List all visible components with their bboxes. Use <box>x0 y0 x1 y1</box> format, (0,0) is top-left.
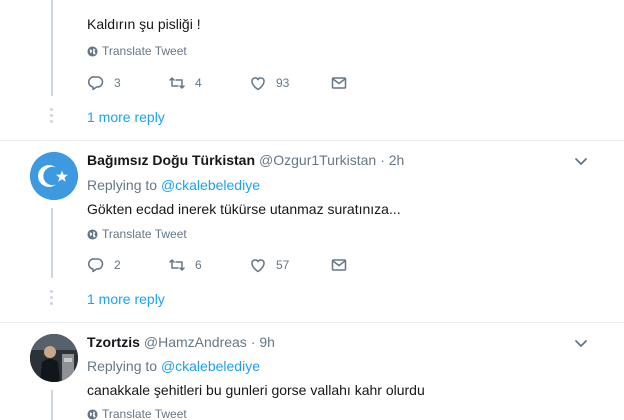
globe-icon <box>87 228 98 240</box>
tweet-header: Bağımsız Doğu Türkistan @Ozgur1Turkistan… <box>87 152 404 168</box>
reply-count: 2 <box>114 258 121 272</box>
chevron-down-icon[interactable] <box>574 157 588 167</box>
tweet-text: canakkale şehitleri bu gunleri gorse val… <box>87 382 425 398</box>
tweet-actions: 3 4 93 <box>87 74 348 92</box>
replying-to: Replying to @ckalebelediye <box>87 177 260 193</box>
reply-count: 3 <box>114 76 121 90</box>
translate-label: Translate Tweet <box>102 407 187 420</box>
author-handle[interactable]: @Ozgur1Turkistan <box>259 152 376 168</box>
chevron-down-icon[interactable] <box>574 339 588 349</box>
like-button[interactable]: 57 <box>249 256 330 274</box>
tweet-header: Tzortzis @HamzAndreas · 9h <box>87 334 275 350</box>
dm-icon <box>331 259 347 271</box>
tweet-divider <box>0 322 624 323</box>
reply-button[interactable]: 3 <box>87 74 168 92</box>
retweet-count: 6 <box>195 258 202 272</box>
thread-line <box>51 208 53 278</box>
thread-dots <box>50 108 54 126</box>
more-replies-link[interactable]: 1 more reply <box>87 291 165 307</box>
more-replies-link[interactable]: 1 more reply <box>87 109 165 125</box>
like-icon <box>251 77 265 91</box>
translate-tweet-link[interactable]: Translate Tweet <box>87 44 187 58</box>
translate-label: Translate Tweet <box>102 227 187 241</box>
flag-avatar-image <box>30 152 78 200</box>
tweet-timestamp[interactable]: · 2h <box>380 152 404 168</box>
tweet-text: Gökten ecdad inerek tükürse utanmaz sura… <box>87 201 401 217</box>
globe-icon <box>87 408 98 420</box>
tweet-text: Kaldırın şu pisliği ! <box>87 16 201 32</box>
like-count: 93 <box>276 76 290 90</box>
avatar[interactable] <box>30 152 78 200</box>
tweet-actions: 2 6 57 <box>87 256 348 274</box>
retweet-button[interactable]: 4 <box>168 74 249 92</box>
author-name[interactable]: Bağımsız Doğu Türkistan <box>87 152 255 168</box>
globe-icon <box>87 45 98 57</box>
dm-icon <box>331 77 347 89</box>
reply-icon <box>87 258 104 273</box>
author-handle[interactable]: @HamzAndreas <box>144 334 247 350</box>
retweet-icon <box>169 77 185 89</box>
like-count: 57 <box>276 258 290 272</box>
like-icon <box>251 259 265 273</box>
replying-prefix: Replying to <box>87 358 158 374</box>
tweet-timestamp[interactable]: · 9h <box>251 334 275 350</box>
replying-mention[interactable]: @ckalebelediye <box>161 177 260 193</box>
direct-message-button[interactable] <box>330 74 348 92</box>
author-name[interactable]: Tzortzis <box>87 334 140 350</box>
retweet-icon <box>169 259 185 271</box>
thread-line <box>51 390 53 420</box>
tweet-divider <box>0 140 624 141</box>
direct-message-button[interactable] <box>330 256 348 274</box>
like-button[interactable]: 93 <box>249 74 330 92</box>
retweet-button[interactable]: 6 <box>168 256 249 274</box>
profile-photo-image <box>30 334 78 382</box>
thread-line <box>51 0 53 96</box>
reply-icon <box>87 76 104 91</box>
thread-dots <box>50 290 54 308</box>
replying-mention[interactable]: @ckalebelediye <box>161 358 260 374</box>
translate-tweet-link[interactable]: Translate Tweet <box>87 227 187 241</box>
translate-label: Translate Tweet <box>102 44 187 58</box>
translate-tweet-link[interactable]: Translate Tweet <box>87 407 187 420</box>
reply-button[interactable]: 2 <box>87 256 168 274</box>
retweet-count: 4 <box>195 76 202 90</box>
replying-prefix: Replying to <box>87 177 158 193</box>
replying-to: Replying to @ckalebelediye <box>87 358 260 374</box>
avatar[interactable] <box>30 334 78 382</box>
